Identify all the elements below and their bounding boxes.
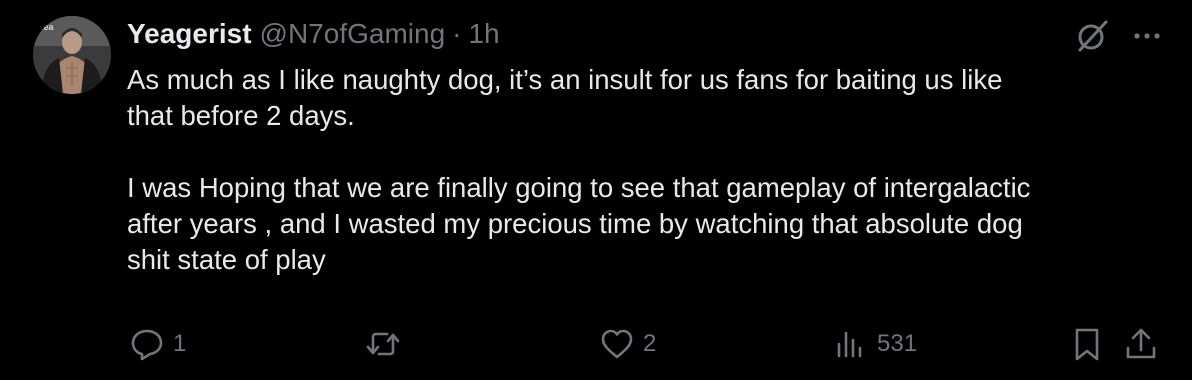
share-button[interactable] [1121, 322, 1161, 366]
reply-icon [127, 324, 167, 364]
bookmark-icon [1067, 324, 1107, 364]
repost-button[interactable] [363, 322, 409, 366]
tweet-top-actions [1074, 18, 1162, 54]
reply-button[interactable]: 1 [127, 322, 186, 366]
tweet-text: As much as I like naughty dog, it’s an i… [127, 62, 1157, 278]
views-count: 531 [877, 330, 918, 357]
reply-count: 1 [173, 330, 187, 357]
like-icon [597, 324, 637, 364]
grok-slash-icon[interactable] [1074, 18, 1110, 54]
like-count: 2 [643, 330, 657, 357]
avatar-image: Rea [33, 16, 111, 94]
views-button[interactable]: 531 [831, 322, 917, 366]
text-line: I was Hoping that we are finally going t… [127, 172, 1031, 203]
repost-icon [363, 324, 403, 364]
tweet-header: Yeagerist @N7ofGaming · 1h [127, 14, 500, 54]
text-line: after years , and I wasted my precious t… [127, 208, 1023, 239]
timestamp[interactable]: 1h [468, 18, 499, 50]
tweet-actions: 1 2 531 [127, 322, 1167, 366]
user-handle[interactable]: @N7ofGaming [260, 18, 446, 50]
like-button[interactable]: 2 [597, 322, 656, 366]
display-name[interactable]: Yeagerist [127, 18, 252, 50]
text-line: shit state of play [127, 244, 326, 275]
tweet-card[interactable]: Rea Yeagerist @N7ofGaming · 1h As much a… [0, 0, 1192, 380]
avatar-overlay-text: Rea [37, 22, 55, 32]
more-options-icon[interactable] [1132, 21, 1162, 51]
avatar[interactable]: Rea [33, 16, 111, 94]
bookmark-button[interactable] [1067, 322, 1107, 366]
text-line: that before 2 days. [127, 100, 355, 131]
separator-dot: · [452, 18, 462, 49]
text-line: As much as I like naughty dog, it’s an i… [127, 64, 1003, 95]
share-icon [1121, 324, 1161, 364]
views-icon [831, 324, 871, 364]
